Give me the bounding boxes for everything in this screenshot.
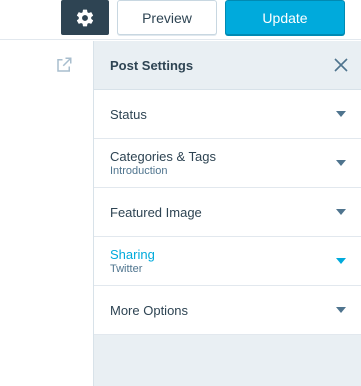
close-icon[interactable] [333, 57, 349, 73]
sidebar-header: Post Settings [94, 41, 361, 90]
chevron-down-icon [336, 258, 346, 264]
section-label: Categories & Tags [110, 149, 216, 164]
section-summary: Introduction [110, 165, 168, 177]
editor-toolbar: Preview Update [0, 0, 361, 40]
post-settings-sidebar: Post Settings Status Categories & Tags I… [93, 41, 361, 386]
gear-icon [76, 9, 94, 26]
editor-page: Preview Update Post Settings Status Cate… [0, 0, 361, 386]
chevron-down-icon [336, 160, 346, 166]
section-label: Sharing [110, 247, 155, 262]
section-label: Status [110, 106, 147, 122]
section-summary: Twitter [110, 263, 143, 275]
section-sharing[interactable]: Sharing Twitter [94, 237, 361, 286]
section-label: Featured Image [110, 204, 202, 220]
section-status[interactable]: Status [94, 90, 361, 139]
update-button[interactable]: Update [225, 0, 345, 35]
section-label: More Options [110, 302, 189, 318]
settings-button[interactable] [61, 0, 109, 35]
section-more-options[interactable]: More Options [94, 286, 361, 335]
section-categories-tags[interactable]: Categories & Tags Introduction [94, 139, 361, 188]
section-featured-image[interactable]: Featured Image [94, 188, 361, 237]
sidebar-title: Post Settings [110, 57, 194, 73]
chevron-down-icon [336, 111, 346, 117]
preview-button[interactable]: Preview [117, 0, 217, 35]
chevron-down-icon [336, 209, 346, 215]
external-link-icon[interactable] [55, 56, 73, 74]
chevron-down-icon [336, 307, 346, 313]
